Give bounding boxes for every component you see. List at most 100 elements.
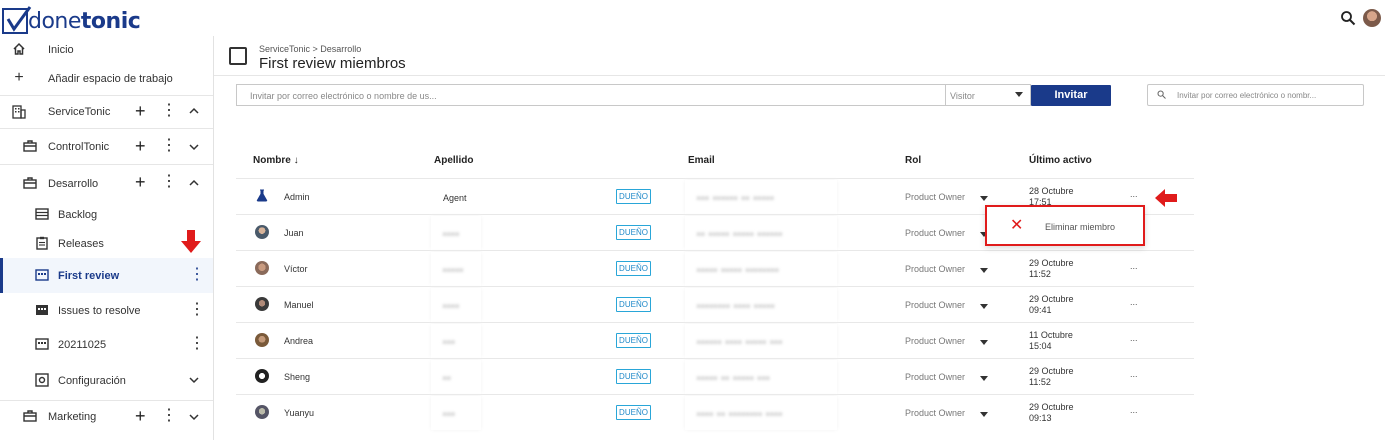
briefcase-icon: [23, 176, 37, 190]
invite-input[interactable]: Invitar por correo electrónico o nombre …: [236, 84, 945, 106]
more-horizontal-icon[interactable]: ...: [1130, 405, 1138, 415]
more-vertical-icon[interactable]: ⋮: [161, 138, 177, 154]
more-vertical-icon[interactable]: ⋮: [189, 302, 205, 318]
blurred-cell: ▪▪▪▪▪: [431, 252, 481, 286]
more-vertical-icon[interactable]: ⋮: [189, 336, 205, 352]
cell-rol[interactable]: Product Owner: [905, 408, 965, 418]
sidebar-item-add-workspace[interactable]: + Añadir espacio de trabajo: [0, 64, 213, 92]
sort-down-icon[interactable]: ↓: [294, 155, 299, 166]
cell-nombre: Sheng: [284, 372, 311, 382]
more-vertical-icon[interactable]: ⋮: [189, 267, 205, 283]
table-row[interactable]: Sheng ▪▪ DUEÑO ▪▪▪▪▪ ▪▪ ▪▪▪▪▪ ▪▪▪ Product Ow…: [236, 358, 1194, 394]
table-row[interactable]: Víctor ▪▪▪▪▪ DUEÑO ▪▪▪▪▪ ▪▪▪▪▪ ▪▪▪▪▪▪▪▪ Prod…: [236, 250, 1194, 286]
chevron-down-icon[interactable]: [189, 413, 199, 421]
chevron-down-icon[interactable]: [189, 376, 199, 384]
more-vertical-icon[interactable]: ⋮: [161, 103, 177, 119]
sidebar-item-servicetonic[interactable]: ServiceTonic: [0, 96, 213, 126]
list-icon: [35, 207, 49, 221]
owner-badge: DUEÑO: [616, 369, 651, 384]
cell-rol[interactable]: Product Owner: [905, 372, 965, 382]
search-icon: [1157, 90, 1166, 99]
chevron-up-icon[interactable]: [189, 179, 199, 187]
sidebar-item-first-review[interactable]: First review: [0, 258, 213, 293]
cell-email: ▪▪▪▪▪▪ ▪▪▪▪ ▪▪▪▪▪ ▪▪▪: [697, 337, 783, 347]
building-icon: [12, 105, 26, 119]
cell-email: ▪▪▪▪▪ ▪▪ ▪▪▪▪▪ ▪▪▪: [697, 373, 771, 383]
add-icon[interactable]: +: [135, 173, 146, 191]
column-header-nombre[interactable]: Nombre ↓: [253, 155, 299, 166]
sidebar-item-20211025[interactable]: 20211025: [0, 327, 213, 362]
sidebar-item-label: ServiceTonic: [48, 106, 111, 118]
more-horizontal-icon[interactable]: ...: [1130, 261, 1138, 271]
caret-down-icon[interactable]: [980, 196, 988, 201]
blurred-cell: ▪▪▪▪▪ ▪▪▪▪▪ ▪▪▪▪▪▪▪▪: [685, 252, 837, 286]
owner-badge: DUEÑO: [616, 225, 651, 240]
chevron-down-icon[interactable]: [189, 143, 199, 151]
table-row[interactable]: Yuanyu ▪▪▪ DUEÑO ▪▪▪▪ ▪▪ ▪▪▪▪▪▪▪▪ ▪▪▪▪ Produ…: [236, 394, 1194, 430]
sidebar-item-inicio[interactable]: Inicio: [0, 36, 213, 63]
caret-down-icon[interactable]: [1015, 92, 1023, 97]
user-avatar[interactable]: [1363, 9, 1381, 27]
cell-rol[interactable]: Product Owner: [905, 264, 965, 274]
sidebar-item-issues-to-resolve[interactable]: Issues to resolve: [0, 293, 213, 327]
blurred-cell: ▪▪▪▪ ▪▪ ▪▪▪▪▪▪▪▪ ▪▪▪▪: [685, 396, 837, 430]
more-horizontal-icon[interactable]: ...: [1130, 189, 1138, 199]
more-horizontal-icon[interactable]: ...: [1130, 333, 1138, 343]
cell-apellido: ▪▪▪: [443, 409, 456, 419]
blurred-cell: ▪▪: [431, 360, 481, 394]
breadcrumb[interactable]: ServiceTonic > Desarrollo: [259, 44, 361, 54]
table-row[interactable]: Andrea ▪▪▪ DUEÑO ▪▪▪▪▪▪ ▪▪▪▪ ▪▪▪▪▪ ▪▪▪ Produ…: [236, 322, 1194, 358]
more-vertical-icon[interactable]: ⋮: [161, 174, 177, 190]
column-header-apellido[interactable]: Apellido: [434, 155, 473, 166]
board-icon: [35, 337, 49, 351]
table-row[interactable]: Manuel ▪▪▪▪ DUEÑO ▪▪▪▪▪▪▪▪ ▪▪▪▪ ▪▪▪▪▪ Produc…: [236, 286, 1194, 322]
blurred-cell: ▪▪▪▪: [431, 288, 481, 322]
header-divider: [214, 75, 1385, 76]
blurred-cell: ▪▪▪▪▪▪ ▪▪▪▪ ▪▪▪▪▪ ▪▪▪: [685, 324, 837, 358]
member-actions-menu: ✕ Eliminar miembro: [985, 205, 1145, 246]
add-icon[interactable]: +: [135, 137, 146, 155]
sidebar-item-label: Desarrollo: [48, 178, 99, 190]
cell-rol[interactable]: Product Owner: [905, 228, 965, 238]
sidebar-item-configuracion[interactable]: Configuración: [0, 362, 213, 398]
more-vertical-icon[interactable]: ⋮: [161, 408, 177, 424]
column-header-rol[interactable]: Rol: [905, 155, 921, 166]
avatar: [255, 225, 269, 239]
caret-down-icon[interactable]: [980, 412, 988, 417]
add-icon[interactable]: +: [135, 407, 146, 425]
chevron-up-icon[interactable]: [189, 107, 199, 115]
blurred-cell: ▪▪▪: [431, 396, 481, 430]
last-active: 11 Octubre 15:04: [1029, 330, 1073, 351]
sidebar-item-label: Issues to resolve: [58, 305, 141, 317]
sidebar-item-controltonic[interactable]: ControlTonic: [0, 129, 213, 163]
sidebar-item-label: Configuración: [58, 375, 126, 387]
owner-badge: DUEÑO: [616, 297, 651, 312]
cell-rol[interactable]: Product Owner: [905, 336, 965, 346]
cell-nombre: Manuel: [284, 300, 314, 310]
add-icon[interactable]: +: [135, 102, 146, 120]
more-horizontal-icon[interactable]: ...: [1130, 297, 1138, 307]
avatar: [255, 405, 269, 419]
owner-badge: DUEÑO: [616, 405, 651, 420]
search-members-input[interactable]: Invitar por correo electrónico o nombr..…: [1147, 84, 1364, 106]
header-checkbox[interactable]: [229, 47, 247, 65]
column-header-ultimo-activo[interactable]: Último activo: [1029, 155, 1092, 166]
sidebar-item-marketing[interactable]: Marketing: [0, 401, 213, 431]
cell-rol[interactable]: Product Owner: [905, 192, 965, 202]
sidebar-item-backlog[interactable]: Backlog: [0, 200, 213, 228]
caret-down-icon[interactable]: [980, 340, 988, 345]
search-icon[interactable]: [1340, 10, 1356, 26]
cell-apellido: ▪▪▪▪: [443, 229, 460, 239]
remove-member-option[interactable]: Eliminar miembro: [1045, 222, 1115, 232]
more-horizontal-icon[interactable]: ...: [1130, 369, 1138, 379]
cell-nombre: Admin: [284, 192, 310, 202]
app-logo[interactable]: donetonic: [2, 3, 141, 35]
cell-rol[interactable]: Product Owner: [905, 300, 965, 310]
invite-button[interactable]: Invitar: [1031, 85, 1111, 106]
caret-down-icon[interactable]: [980, 268, 988, 273]
sidebar-item-desarrollo[interactable]: Desarrollo: [0, 165, 213, 199]
logo-text: donetonic: [28, 9, 141, 34]
caret-down-icon[interactable]: [980, 376, 988, 381]
caret-down-icon[interactable]: [980, 304, 988, 309]
column-header-email[interactable]: Email: [688, 155, 715, 166]
